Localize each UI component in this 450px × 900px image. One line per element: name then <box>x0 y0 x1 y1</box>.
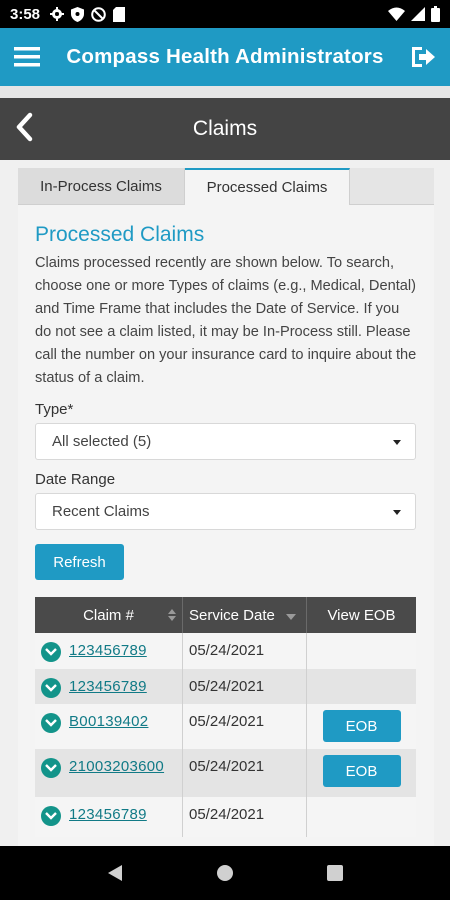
expand-row-icon[interactable] <box>41 806 61 826</box>
date-range-select[interactable]: Recent Claims <box>35 493 416 530</box>
column-header-view-eob: View EOB <box>327 606 396 624</box>
eob-button[interactable]: EOB <box>322 710 401 742</box>
at-sign-icon <box>91 6 106 22</box>
section-description: Claims processed recently are shown belo… <box>35 255 417 386</box>
system-nav-bar <box>0 846 450 900</box>
claim-number-link[interactable]: 123456789 <box>69 678 147 695</box>
type-label: Type* <box>35 401 74 418</box>
caret-down-icon <box>393 440 401 445</box>
service-date-cell: 05/24/2021 <box>183 704 307 749</box>
sort-descending-icon <box>286 614 296 620</box>
tabs-filler <box>350 168 434 204</box>
sd-card-icon <box>113 6 126 22</box>
gear-icon <box>50 7 65 21</box>
eob-button[interactable]: EOB <box>322 755 401 787</box>
hamburger-icon[interactable] <box>14 46 40 68</box>
view-eob-cell <box>307 797 416 837</box>
status-bar: 3:58 <box>0 0 450 28</box>
header-spacer <box>0 86 450 98</box>
service-date-cell: 05/24/2021 <box>183 669 307 704</box>
service-date-cell: 05/24/2021 <box>183 797 307 837</box>
service-date-cell: 05/24/2021 <box>183 749 307 797</box>
claims-tabs: In-Process Claims Processed Claims <box>18 168 434 205</box>
shield-icon <box>71 6 85 22</box>
claim-cell: 123456789 <box>35 633 183 669</box>
back-triangle-icon[interactable] <box>106 864 124 882</box>
page-header: Claims <box>0 98 450 160</box>
table-row: 123456789 05/24/2021 <box>35 797 416 837</box>
expand-row-icon[interactable] <box>41 678 61 698</box>
app-bar: Compass Health Administrators <box>0 28 450 86</box>
home-circle-icon[interactable] <box>216 864 234 882</box>
view-eob-cell <box>307 669 416 704</box>
column-header-service-date[interactable]: Service Date <box>183 597 307 633</box>
type-select[interactable]: All selected (5) <box>35 423 416 460</box>
table-row: 123456789 05/24/2021 <box>35 669 416 704</box>
claim-number-link[interactable]: 21003203600 <box>69 758 164 775</box>
view-eob-cell: EOB <box>307 704 416 749</box>
claims-content: In-Process Claims Processed Claims Proce… <box>18 168 434 848</box>
expand-row-icon[interactable] <box>41 713 61 733</box>
column-header-claim[interactable]: Claim # <box>35 597 183 633</box>
view-eob-cell <box>307 633 416 669</box>
claim-cell: 123456789 <box>35 797 183 837</box>
logout-icon[interactable] <box>410 45 436 69</box>
claim-cell: 21003203600 <box>35 749 183 797</box>
claim-cell: 123456789 <box>35 669 183 704</box>
caret-down-icon <box>393 510 401 515</box>
date-range-select-value: Recent Claims <box>52 503 150 520</box>
expand-row-icon[interactable] <box>41 642 61 662</box>
type-select-value: All selected (5) <box>52 433 152 450</box>
tab-processed-claims[interactable]: Processed Claims <box>185 168 350 205</box>
signal-icon <box>411 7 425 21</box>
service-date-cell: 05/24/2021 <box>183 633 307 669</box>
sort-icon <box>168 609 176 622</box>
wifi-icon <box>388 7 405 21</box>
table-row: 123456789 05/24/2021 <box>35 633 416 669</box>
app-title: Compass Health Administrators <box>66 45 384 68</box>
claim-number-link[interactable]: B00139402 <box>69 713 148 730</box>
claim-number-link[interactable]: 123456789 <box>69 806 147 823</box>
claim-number-link[interactable]: 123456789 <box>69 642 147 659</box>
claims-table: Claim # Service Date View EOB 123456789 … <box>35 597 416 837</box>
status-time: 3:58 <box>10 5 41 23</box>
tab-in-process-claims[interactable]: In-Process Claims <box>18 168 185 204</box>
table-header: Claim # Service Date View EOB <box>35 597 416 633</box>
date-range-label: Date Range <box>35 471 116 488</box>
recents-square-icon[interactable] <box>326 864 344 882</box>
section-title: Processed Claims <box>35 223 205 246</box>
table-row: B00139402 05/24/2021 EOB <box>35 704 416 749</box>
battery-icon <box>431 6 440 22</box>
refresh-button[interactable]: Refresh <box>35 544 124 580</box>
chevron-left-icon[interactable] <box>12 110 38 144</box>
table-row: 21003203600 05/24/2021 EOB <box>35 749 416 797</box>
expand-row-icon[interactable] <box>41 758 61 778</box>
view-eob-cell: EOB <box>307 749 416 797</box>
claim-cell: B00139402 <box>35 704 183 749</box>
page-title: Claims <box>192 117 258 140</box>
processed-claims-panel: Processed Claims Claims processed recent… <box>18 205 434 848</box>
